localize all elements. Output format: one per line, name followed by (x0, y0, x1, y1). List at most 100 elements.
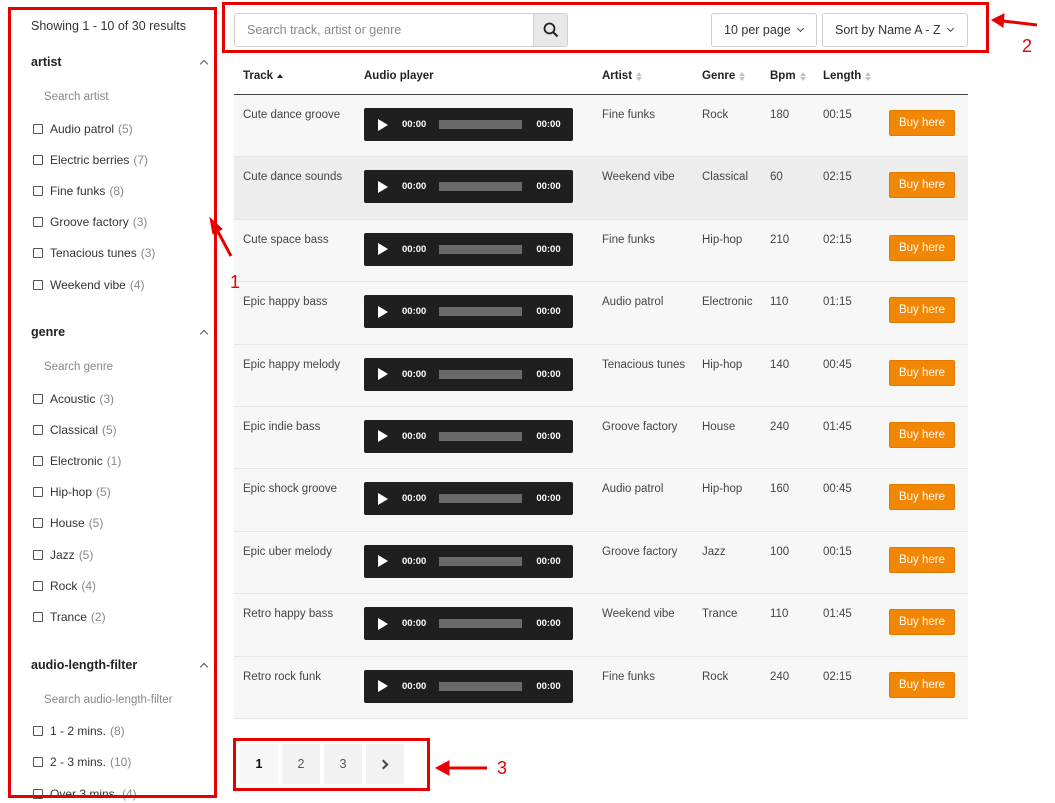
header-label: Genre (702, 70, 736, 82)
table-row: Epic indie bass Groove factory House 240 01:… (234, 406, 968, 470)
progress-bar[interactable] (439, 120, 523, 129)
annotation-box-sidebar (8, 7, 217, 798)
header-length[interactable]: Length (823, 58, 872, 94)
cell-artist: Audio patrol (602, 483, 664, 496)
current-time: 00:00 (402, 430, 427, 442)
play-icon[interactable] (378, 555, 388, 568)
tracks-table: Track Audio player Artist Genre Bpm Leng… (234, 58, 968, 719)
header-track[interactable]: Track (243, 58, 284, 94)
buy-button[interactable]: Buy here (889, 421, 955, 448)
cell-genre: Jazz (702, 545, 726, 558)
cell-artist: Groove factory (602, 420, 678, 433)
duration-time: 00:00 (536, 430, 561, 442)
cell-length: 01:15 (823, 296, 852, 309)
audio-player: 00:00 00:00 (364, 357, 573, 391)
cell-genre: Classical (702, 171, 749, 184)
header-label: Artist (602, 70, 633, 82)
table-row: Epic happy bass Audio patrol Electronic 110… (234, 282, 968, 345)
cell-length: 02:15 (823, 171, 852, 184)
play-icon[interactable] (378, 680, 388, 693)
progress-bar[interactable] (439, 369, 523, 379)
cell-track: Epic indie bass (243, 420, 321, 433)
current-time: 00:00 (402, 243, 427, 255)
cell-bpm: 240 (770, 420, 790, 433)
annotation-box-toolbar (222, 2, 989, 53)
buy-button[interactable]: Buy here (889, 172, 955, 199)
table-row: Retro rock funk Fine funks Rock 240 02:15 00:… (234, 656, 968, 719)
cell-artist: Fine funks (602, 109, 656, 121)
duration-time: 00:00 (536, 618, 561, 630)
cell-track: Epic uber melody (243, 545, 332, 558)
duration-time: 00:00 (536, 493, 561, 505)
cell-bpm: 140 (770, 358, 790, 371)
buy-button[interactable]: Buy here (889, 110, 955, 136)
current-time: 00:00 (402, 368, 427, 380)
header-bpm[interactable]: Bpm (770, 58, 806, 94)
current-time: 00:00 (402, 306, 427, 318)
cell-length: 00:45 (823, 358, 852, 371)
buy-button[interactable]: Buy here (889, 234, 955, 261)
cell-artist: Fine funks (602, 670, 656, 683)
progress-bar[interactable] (439, 494, 523, 504)
play-icon[interactable] (378, 617, 388, 630)
progress-bar[interactable] (439, 431, 523, 441)
cell-track: Cute dance groove (243, 109, 341, 121)
header-label: Length (823, 70, 862, 82)
annotation-label-1: 1 (230, 272, 241, 292)
duration-time: 00:00 (536, 368, 561, 380)
table-row: Epic shock groove Audio patrol Hip-hop 160 0… (234, 469, 968, 532)
progress-bar[interactable] (439, 307, 523, 317)
progress-bar[interactable] (439, 182, 523, 192)
header-label: Bpm (770, 70, 796, 82)
progress-bar[interactable] (439, 681, 523, 691)
cell-length: 01:45 (823, 420, 852, 433)
play-icon[interactable] (378, 118, 388, 131)
table-header: Track Audio player Artist Genre Bpm Leng… (234, 58, 968, 95)
duration-time: 00:00 (536, 243, 561, 255)
table-row: Epic uber melody Groove factory Jazz 100 00:… (234, 531, 968, 595)
cell-length: 00:15 (823, 545, 852, 558)
current-time: 00:00 (402, 493, 427, 505)
buy-button[interactable]: Buy here (889, 671, 955, 698)
play-icon[interactable] (378, 368, 388, 381)
play-icon[interactable] (378, 492, 388, 505)
play-icon[interactable] (378, 243, 388, 256)
buy-button[interactable]: Buy here (889, 297, 955, 324)
audio-player: 00:00 00:00 (364, 482, 573, 516)
duration-time: 00:00 (536, 555, 561, 567)
header-artist[interactable]: Artist (602, 58, 643, 94)
buy-button[interactable]: Buy here (889, 609, 955, 636)
current-time: 00:00 (402, 555, 427, 567)
annotation-box-pagination (233, 738, 430, 791)
cell-artist: Fine funks (602, 233, 656, 246)
buy-button[interactable]: Buy here (889, 546, 955, 573)
table-body: Cute dance groove Fine funks Rock 180 00:15 0… (234, 95, 968, 719)
cell-genre: Hip-hop (702, 358, 743, 371)
buy-button[interactable]: Buy here (889, 484, 955, 511)
play-icon[interactable] (378, 180, 388, 193)
audio-player: 00:00 00:00 (364, 419, 573, 453)
audio-player: 00:00 00:00 (364, 544, 573, 578)
play-icon[interactable] (378, 305, 388, 318)
header-genre[interactable]: Genre (702, 58, 746, 94)
cell-genre: House (702, 420, 736, 433)
cell-bpm: 100 (770, 545, 790, 558)
audio-player: 00:00 00:00 (364, 669, 573, 703)
cell-length: 01:45 (823, 608, 852, 621)
cell-length: 02:15 (823, 233, 852, 246)
cell-genre: Hip-hop (702, 483, 743, 496)
table-row: Cute dance sounds Weekend vibe Classical 60… (234, 157, 968, 220)
annotation-label-3: 3 (497, 758, 508, 778)
progress-bar[interactable] (439, 244, 523, 254)
annotation-label-2: 2 (1022, 36, 1033, 56)
header-audio-player: Audio player (364, 58, 434, 94)
progress-bar[interactable] (439, 556, 523, 566)
audio-player: 00:00 00:00 (364, 232, 573, 266)
buy-button[interactable]: Buy here (889, 359, 955, 386)
duration-time: 00:00 (536, 119, 561, 130)
sort-icon (739, 71, 746, 81)
cell-length: 02:15 (823, 670, 852, 683)
table-row: Epic happy melody Tenacious tunes Hip-hop 1… (234, 344, 968, 407)
play-icon[interactable] (378, 430, 388, 443)
progress-bar[interactable] (439, 619, 523, 629)
